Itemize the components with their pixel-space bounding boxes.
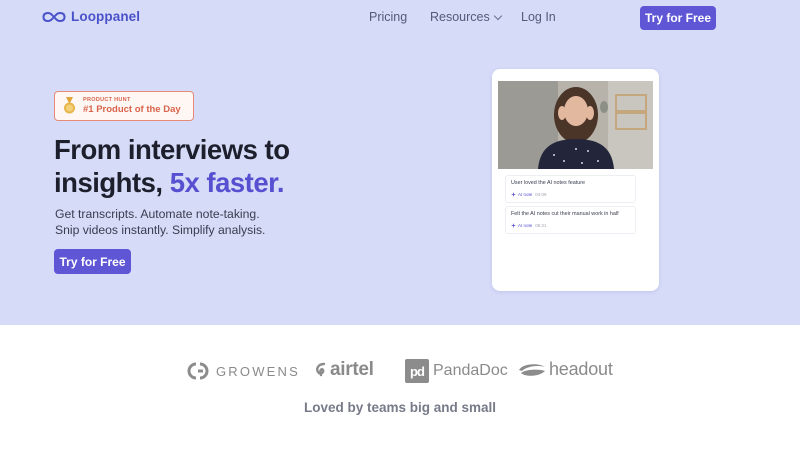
hero-headline: From interviews to insights, 5x faster. (54, 133, 290, 199)
nav-resources-label: Resources (430, 10, 490, 24)
social-proof-tagline: Loved by teams big and small (303, 400, 497, 415)
pandadoc-logo: pd PandaDoc (405, 359, 508, 383)
sparkle-icon (511, 192, 516, 197)
badge-title: #1 Product of the Day (83, 104, 181, 115)
note-timestamp: 06:21 (535, 223, 547, 228)
nav-login-link[interactable]: Log In (521, 10, 556, 24)
headout-wordmark: headout (549, 359, 613, 379)
pandadoc-mark-icon: pd (405, 359, 429, 383)
note-text: Felt the AI notes cut their manual work … (511, 211, 619, 217)
product-mockup-card: User loved the AI notes feature AI note … (492, 69, 659, 291)
hero-section: Looppanel Pricing Resources Log In Try f… (0, 0, 800, 325)
headline-accent: 5x faster. (169, 167, 285, 198)
ai-note-card[interactable]: User loved the AI notes feature AI note … (505, 175, 636, 203)
brand-logo[interactable]: Looppanel (42, 9, 140, 24)
subtitle-line-2: Snip videos instantly. Simplify analysis… (55, 223, 266, 237)
note-text: User loved the AI notes feature (511, 180, 586, 186)
pandadoc-wordmark: PandaDoc (433, 362, 508, 379)
nav-resources-menu[interactable]: Resources (430, 10, 502, 24)
medal-icon (64, 97, 75, 114)
airtel-wordmark: airtel (330, 359, 374, 380)
video-frame-image (498, 81, 653, 169)
nav-try-free-button[interactable]: Try for Free (640, 6, 716, 30)
headout-mark-icon (519, 363, 545, 376)
ai-note-label: AI note (518, 192, 533, 197)
nav-pricing-link[interactable]: Pricing (369, 10, 407, 24)
airtel-mark-icon (316, 362, 326, 377)
headline-line-1: From interviews to (54, 134, 290, 165)
growens-wordmark: GROWENS (216, 363, 301, 379)
ai-note-tag: AI note (511, 223, 532, 228)
headline-line-2: insights, 5x faster. (54, 166, 290, 199)
customer-logos: GROWENS airtel pd PandaDoc headout (0, 355, 800, 389)
brand-name: Looppanel (71, 9, 141, 24)
interview-video[interactable] (498, 81, 653, 169)
subtitle-line-1: Get transcripts. Automate note-taking. (55, 207, 260, 221)
growens-mark-icon (187, 362, 209, 380)
note-timestamp: 04:09 (535, 192, 547, 197)
ai-note-tag: AI note (511, 192, 532, 197)
product-hunt-badge[interactable]: PRODUCT HUNT #1 Product of the Day (54, 91, 194, 121)
headout-logo: headout (517, 359, 613, 380)
growens-logo: GROWENS (186, 361, 300, 381)
chevron-down-icon (493, 11, 502, 20)
ai-note-card[interactable]: Felt the AI notes cut their manual work … (505, 206, 636, 234)
airtel-logo: airtel (315, 359, 374, 381)
hero-subtitle: Get transcripts. Automate note-taking. S… (55, 206, 265, 238)
sparkle-icon (511, 223, 516, 228)
ai-note-label: AI note (518, 223, 533, 228)
infinity-logo-icon (42, 11, 66, 23)
headline-prefix: insights, (54, 167, 170, 198)
hero-try-free-button[interactable]: Try for Free (54, 249, 131, 274)
badge-label: PRODUCT HUNT (83, 96, 131, 103)
